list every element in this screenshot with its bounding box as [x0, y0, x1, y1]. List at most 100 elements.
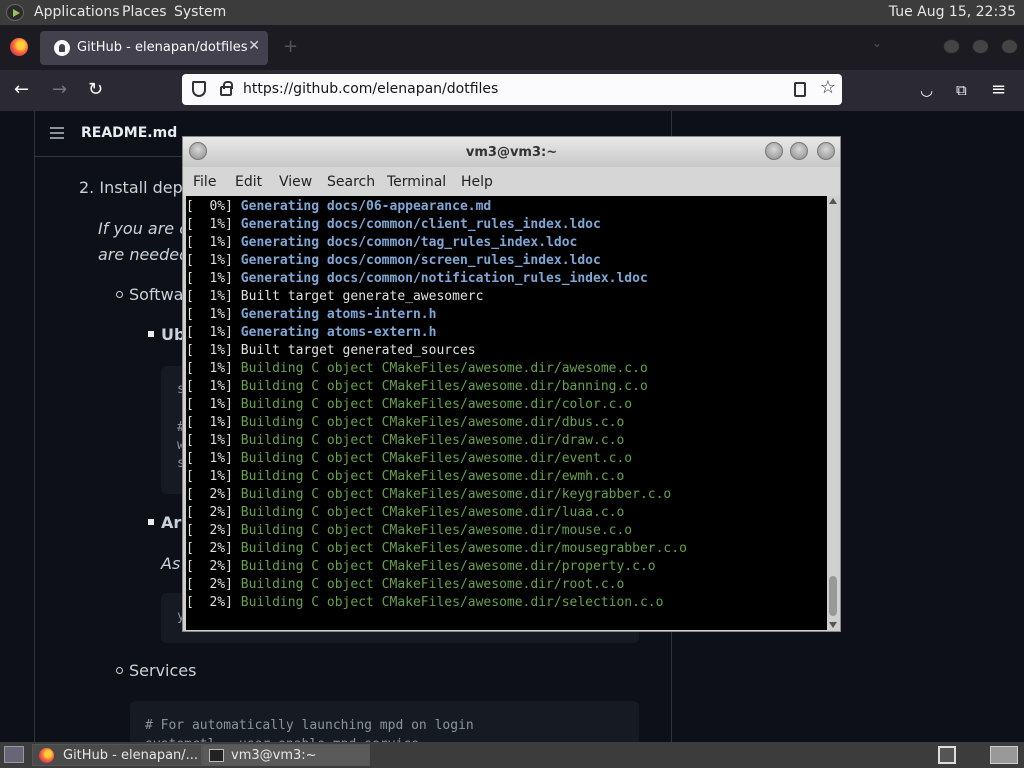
progress-percent: [ 1%]	[186, 469, 241, 484]
line-text: Building C object CMakeFiles/awesome.dir…	[240, 415, 625, 430]
terminal-line: [ 2%] Building C object CMakeFiles/aweso…	[186, 559, 656, 574]
arch-note: As	[161, 554, 181, 573]
bookmark-star-icon[interactable]: ☆	[820, 77, 836, 98]
mate-logo-icon[interactable]	[6, 4, 24, 21]
line-text: Generating docs/common/screen_rules_inde…	[240, 253, 601, 268]
readme-filename: README.md	[81, 125, 178, 141]
line-text: Generating atoms-intern.h	[240, 307, 437, 322]
progress-percent: [ 1%]	[186, 433, 241, 448]
terminal-line: [ 1%] Building C object CMakeFiles/aweso…	[186, 397, 632, 412]
progress-percent: [ 1%]	[186, 343, 241, 358]
trash-icon[interactable]	[938, 746, 956, 764]
progress-percent: [ 1%]	[186, 217, 241, 232]
terminal-line: [ 1%] Building C object CMakeFiles/aweso…	[186, 469, 624, 484]
maximize-button[interactable]	[972, 39, 989, 54]
firefox-icon[interactable]	[10, 38, 28, 56]
progress-percent: [ 1%]	[186, 379, 241, 394]
terminal-close-button[interactable]	[817, 142, 835, 160]
line-text: Building C object CMakeFiles/awesome.dir…	[240, 523, 633, 538]
terminal-line: [ 2%] Building C object CMakeFiles/aweso…	[186, 505, 624, 520]
taskbar-item-label: GitHub - elenapan/...	[63, 748, 199, 763]
minimize-button[interactable]	[943, 39, 960, 54]
tab-close-icon[interactable]: ✕	[248, 38, 260, 54]
back-arrow-icon[interactable]: ←	[14, 79, 29, 100]
line-text: Building C object CMakeFiles/awesome.dir…	[240, 577, 625, 592]
terminal-line: [ 1%] Generating atoms-intern.h	[186, 307, 436, 322]
workspace-switcher[interactable]	[990, 746, 1018, 764]
forward-arrow-icon[interactable]: →	[52, 79, 67, 100]
navigation-bar: ← → ↻ https://github.com/elenapan/dotfil…	[0, 70, 1024, 111]
line-text: Building C object CMakeFiles/awesome.dir…	[240, 595, 664, 610]
hamburger-menu-icon[interactable]: ≡	[991, 79, 1006, 100]
terminal-output[interactable]: [ 0%] Generating docs/06-appearance.md [ …	[186, 196, 827, 630]
url-text[interactable]: https://github.com/elenapan/dotfiles	[243, 81, 498, 97]
line-text: Generating docs/common/client_rules_inde…	[240, 217, 601, 232]
menu-terminal[interactable]: Terminal	[387, 174, 446, 190]
shield-icon[interactable]	[192, 81, 206, 97]
terminal-line: [ 2%] Building C object CMakeFiles/aweso…	[186, 523, 632, 538]
applications-menu[interactable]: Applications	[34, 4, 120, 20]
progress-percent: [ 2%]	[186, 595, 241, 610]
terminal-line: [ 1%] Building C object CMakeFiles/aweso…	[186, 415, 624, 430]
terminal-maximize-button[interactable]	[790, 142, 808, 160]
places-menu[interactable]: Places	[122, 4, 167, 20]
menu-help[interactable]: Help	[461, 174, 493, 190]
terminal-minimize-button[interactable]	[765, 142, 783, 160]
line-text: Building C object CMakeFiles/awesome.dir…	[240, 487, 672, 502]
terminal-icon	[209, 749, 224, 762]
lock-icon[interactable]	[220, 81, 233, 96]
taskbar-item-firefox[interactable]: GitHub - elenapan/...	[32, 744, 202, 766]
line-text: Building C object CMakeFiles/awesome.dir…	[240, 505, 625, 520]
new-tab-icon[interactable]: +	[283, 36, 298, 57]
menu-edit[interactable]: Edit	[235, 174, 262, 190]
terminal-line: [ 1%] Generating docs/common/screen_rule…	[186, 253, 601, 268]
services-heading: Services	[129, 661, 197, 680]
bottom-panel: GitHub - elenapan/... vm3@vm3:~	[0, 742, 1024, 768]
url-bar[interactable]: https://github.com/elenapan/dotfiles ☆	[182, 74, 842, 105]
pocket-icon[interactable]: ◡	[920, 81, 933, 99]
clock[interactable]: Tue Aug 15, 22:35	[889, 4, 1016, 20]
reload-icon[interactable]: ↻	[88, 79, 103, 100]
terminal-scrollbar[interactable]	[827, 196, 839, 630]
terminal-line: [ 1%] Building C object CMakeFiles/aweso…	[186, 451, 632, 466]
terminal-window: vm3@vm3:~ File Edit View Search Terminal…	[182, 136, 841, 632]
terminal-line: [ 1%] Generating docs/common/client_rule…	[186, 217, 601, 232]
line-text: Building C object CMakeFiles/awesome.dir…	[240, 379, 648, 394]
terminal-menubar: File Edit View Search Terminal Help	[183, 167, 840, 196]
progress-percent: [ 2%]	[186, 577, 241, 592]
line-text: Built target generated_sources	[240, 343, 476, 358]
terminal-line: [ 2%] Building C object CMakeFiles/aweso…	[186, 595, 663, 610]
reader-view-icon[interactable]	[794, 82, 806, 97]
terminal-line: [ 0%] Generating docs/06-appearance.md	[186, 199, 491, 214]
browser-tab-bar: GitHub - elenapan/dotfiles ✕ + ⌄	[0, 25, 1024, 70]
taskbar-item-terminal[interactable]: vm3@vm3:~	[202, 744, 370, 766]
list-tabs-icon[interactable]: ⌄	[872, 36, 882, 50]
show-desktop-icon[interactable]	[4, 746, 24, 763]
extensions-icon[interactable]: ⧉	[956, 81, 967, 99]
menu-search[interactable]: Search	[327, 174, 375, 190]
menu-file[interactable]: File	[193, 174, 216, 190]
line-text: Building C object CMakeFiles/awesome.dir…	[240, 469, 625, 484]
progress-percent: [ 1%]	[186, 361, 241, 376]
scroll-up-arrow-icon[interactable]	[829, 198, 837, 204]
progress-percent: [ 2%]	[186, 541, 241, 556]
top-panel: Applications Places System Tue Aug 15, 2…	[0, 0, 1024, 25]
progress-percent: [ 1%]	[186, 235, 241, 250]
progress-percent: [ 1%]	[186, 325, 241, 340]
circle-bullet-icon	[116, 667, 123, 674]
outline-list-icon[interactable]	[50, 127, 64, 139]
close-window-button[interactable]	[1001, 39, 1018, 54]
terminal-line: [ 1%] Built target generate_awesomerc	[186, 289, 483, 304]
line-text: Generating atoms-extern.h	[240, 325, 437, 340]
scrollbar-thumb[interactable]	[829, 576, 837, 616]
terminal-line: [ 1%] Generating atoms-extern.h	[186, 325, 436, 340]
tab-title: GitHub - elenapan/dotfiles	[77, 40, 247, 55]
line-text: Generating docs/06-appearance.md	[240, 199, 492, 214]
terminal-titlebar[interactable]: vm3@vm3:~	[183, 137, 840, 167]
firefox-icon	[39, 748, 54, 763]
tab-github[interactable]: GitHub - elenapan/dotfiles ✕	[40, 31, 268, 65]
menu-view[interactable]: View	[279, 174, 312, 190]
system-menu[interactable]: System	[174, 4, 226, 20]
scroll-down-arrow-icon[interactable]	[829, 622, 837, 628]
line-text: Generating docs/common/tag_rules_index.l…	[240, 235, 578, 250]
